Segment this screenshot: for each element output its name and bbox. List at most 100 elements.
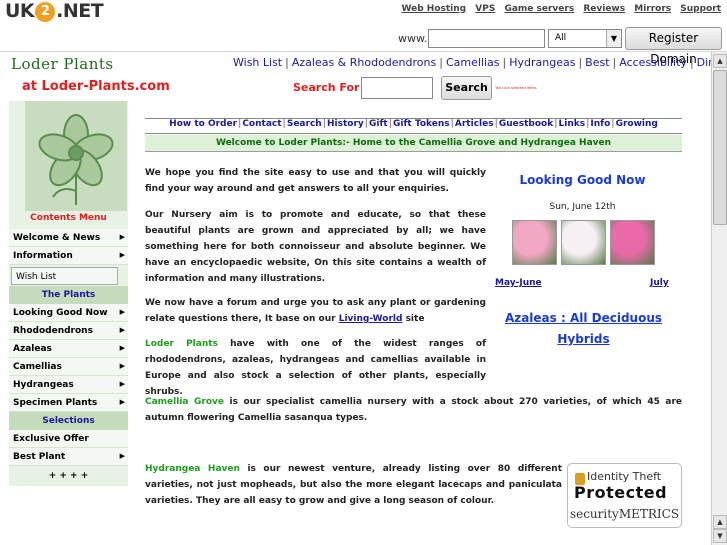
flower-thumbnail[interactable] — [512, 220, 557, 265]
month-next-link[interactable]: July — [650, 278, 669, 288]
sidebar-heading-selections: Selections — [9, 412, 128, 430]
sidebar-item-specimen-plants[interactable]: Specimen Plants ▶ — [9, 394, 128, 412]
nav-separator: | — [285, 56, 289, 69]
content-nav-articles[interactable]: Articles — [454, 119, 495, 129]
scroll-up-icon[interactable]: ▲ — [713, 54, 727, 68]
vertical-scrollbar[interactable]: ▲ ▲ ▼ — [711, 52, 727, 545]
forum-text-start: We now have a forum and urge you to ask … — [145, 298, 486, 324]
camellia-grove-text: is our specialist camellia nursery with … — [145, 397, 682, 423]
flower-thumbnail[interactable] — [561, 220, 606, 265]
content-nav-how-to-order[interactable]: How to Order — [168, 119, 238, 129]
flower-thumbnail[interactable] — [610, 220, 655, 265]
top-nav-accessibility[interactable]: Accessibility — [619, 56, 687, 69]
loder-plants-paragraph: Loder Plants have with one of the widest… — [145, 336, 486, 400]
host-link-mirrors[interactable]: Mirrors — [634, 4, 671, 14]
security-badge[interactable]: Identity Theft Protected securityMETRICS — [567, 463, 682, 528]
nav-separator: | — [502, 56, 507, 69]
nursery-aim-paragraph: Our Nursery aim is to promote and educat… — [145, 210, 486, 284]
www-label: www. — [398, 32, 428, 45]
scroll-down-icon[interactable]: ▼ — [713, 529, 727, 543]
chevron-down-icon: ▼ — [606, 30, 621, 47]
sidebar-item-label: Welcome & News — [13, 233, 101, 243]
flower-logo[interactable] — [25, 101, 127, 211]
top-nav-camellias[interactable]: Camellias — [446, 56, 500, 69]
sidebar-item-azaleas[interactable]: Azaleas ▶ — [9, 340, 128, 358]
host-bar: UK 2 .NET Web Hosting VPS Game servers Rev… — [0, 0, 727, 66]
host-link-support[interactable]: Support — [680, 4, 721, 14]
nav-separator: | — [439, 56, 443, 69]
azaleas-deciduous-hybrids-link[interactable]: Azaleas : All Deciduous Hybrids — [495, 308, 672, 350]
badge-line-2: Protected — [574, 483, 668, 502]
living-world-link[interactable]: Living-World — [339, 314, 403, 324]
sidebar-item-hydrangeas[interactable]: Hydrangeas ▶ — [9, 376, 128, 394]
domain-input[interactable] — [428, 29, 545, 48]
loder-plants-name: Loder Plants — [145, 339, 218, 349]
host-logo-text-left: UK — [5, 0, 35, 22]
tld-select-value: All — [555, 33, 567, 43]
host-link-vps[interactable]: VPS — [475, 4, 495, 14]
content-nav-gift-tokens[interactable]: Gift Tokens — [392, 119, 451, 129]
camellia-grove-name: Camellia Grove — [145, 397, 224, 407]
camellia-grove-paragraph: Camellia Grove is our specialist camelli… — [145, 394, 682, 426]
host-logo-text-right: .NET — [56, 0, 104, 22]
content-nav-gift[interactable]: Gift — [368, 119, 389, 129]
chevron-right-icon: ▶ — [119, 362, 125, 370]
sidebar-heading-the-plants: The Plants — [9, 286, 128, 304]
scroll-up-icon[interactable]: ▲ — [713, 515, 727, 529]
search-button[interactable]: Search — [441, 76, 492, 100]
chevron-right-icon: ▶ — [119, 398, 125, 406]
top-nav-hydrangeas[interactable]: Hydrangeas — [509, 56, 575, 69]
content-nav-links[interactable]: Links — [558, 119, 587, 129]
forum-text-end: site — [402, 314, 425, 324]
content-nav: How to Order|Contact|Search|History|Gift… — [145, 118, 682, 134]
host-link-reviews[interactable]: Reviews — [583, 4, 625, 14]
host-link-game-servers[interactable]: Game servers — [504, 4, 574, 14]
content-nav-history[interactable]: History — [326, 119, 365, 129]
looking-good-now-link[interactable]: Looking Good Now — [505, 173, 660, 187]
sidebar-item-rhododendrons[interactable]: Rhododendrons ▶ — [9, 322, 128, 340]
top-nav-azaleas-rhododendrons[interactable]: Azaleas & Rhododendrons — [292, 56, 436, 69]
content-nav-guestbook[interactable]: Guestbook — [498, 119, 554, 129]
hydrangea-haven-name: Hydrangea Haven — [145, 464, 240, 474]
content-nav-growing[interactable]: Growing — [615, 119, 659, 129]
chevron-right-icon: ▶ — [119, 452, 125, 460]
chevron-right-icon: ▶ — [119, 344, 125, 352]
hydrangea-haven-paragraph: Hydrangea Haven is our newest venture, a… — [145, 461, 562, 509]
search-label: Search For : — [293, 81, 368, 94]
content-nav-info[interactable]: Info — [589, 119, 611, 129]
sidebar-item-exclusive-offer[interactable]: Exclusive Offer — [9, 430, 128, 448]
sidebar-item-wish-list[interactable]: Wish List — [11, 267, 118, 285]
site-url: at Loder-Plants.com — [22, 79, 170, 94]
top-nav-best[interactable]: Best — [585, 56, 609, 69]
scrollbar-thumb[interactable] — [713, 70, 727, 225]
sidebar-item-looking-good-now[interactable]: Looking Good Now ▶ — [9, 304, 128, 322]
top-nav-wish-list[interactable]: Wish List — [233, 56, 282, 69]
chevron-right-icon: ▶ — [119, 326, 125, 334]
sidebar-item-camellias[interactable]: Camellias ▶ — [9, 358, 128, 376]
sidebar-item-label: Camellias — [13, 362, 62, 372]
top-nav: Wish List | Azaleas & Rhododendrons | Camell… — [233, 56, 727, 69]
content-nav-contact[interactable]: Contact — [241, 119, 282, 129]
nav-separator: | — [689, 56, 694, 69]
sidebar-item-label: Rhododendrons — [13, 326, 93, 336]
chevron-right-icon: ▶ — [119, 380, 125, 388]
sidebar-more[interactable]: + + + + — [9, 467, 128, 485]
search-input[interactable] — [361, 77, 433, 99]
feature-date: Sun, June 12th — [549, 202, 616, 212]
sidebar-item-best-plant[interactable]: Best Plant ▶ — [9, 448, 128, 466]
search-hint: Tab click selected items — [495, 86, 537, 90]
sidebar-item-label: Hydrangeas — [13, 380, 74, 390]
content-nav-search[interactable]: Search — [286, 119, 323, 129]
sidebar-item-label: Azaleas — [13, 344, 52, 354]
host-link-web-hosting[interactable]: Web Hosting — [402, 4, 467, 14]
host-logo[interactable]: UK 2 .NET — [5, 0, 104, 22]
contents-menu-title: Contents Menu — [30, 213, 107, 223]
badge-line-3: securityMETRICS — [569, 507, 680, 521]
sidebar-item-information[interactable]: Information ▶ — [9, 247, 128, 265]
site-title[interactable]: Loder Plants — [11, 55, 114, 73]
sidebar-item-label: Information — [13, 251, 73, 261]
register-domain-button[interactable]: Register Domain — [625, 27, 722, 66]
sidebar-item-welcome-news[interactable]: Welcome & News ▶ — [9, 229, 128, 247]
month-prev-link[interactable]: May-June — [495, 278, 542, 288]
tld-select[interactable]: All ▼ — [548, 29, 622, 48]
